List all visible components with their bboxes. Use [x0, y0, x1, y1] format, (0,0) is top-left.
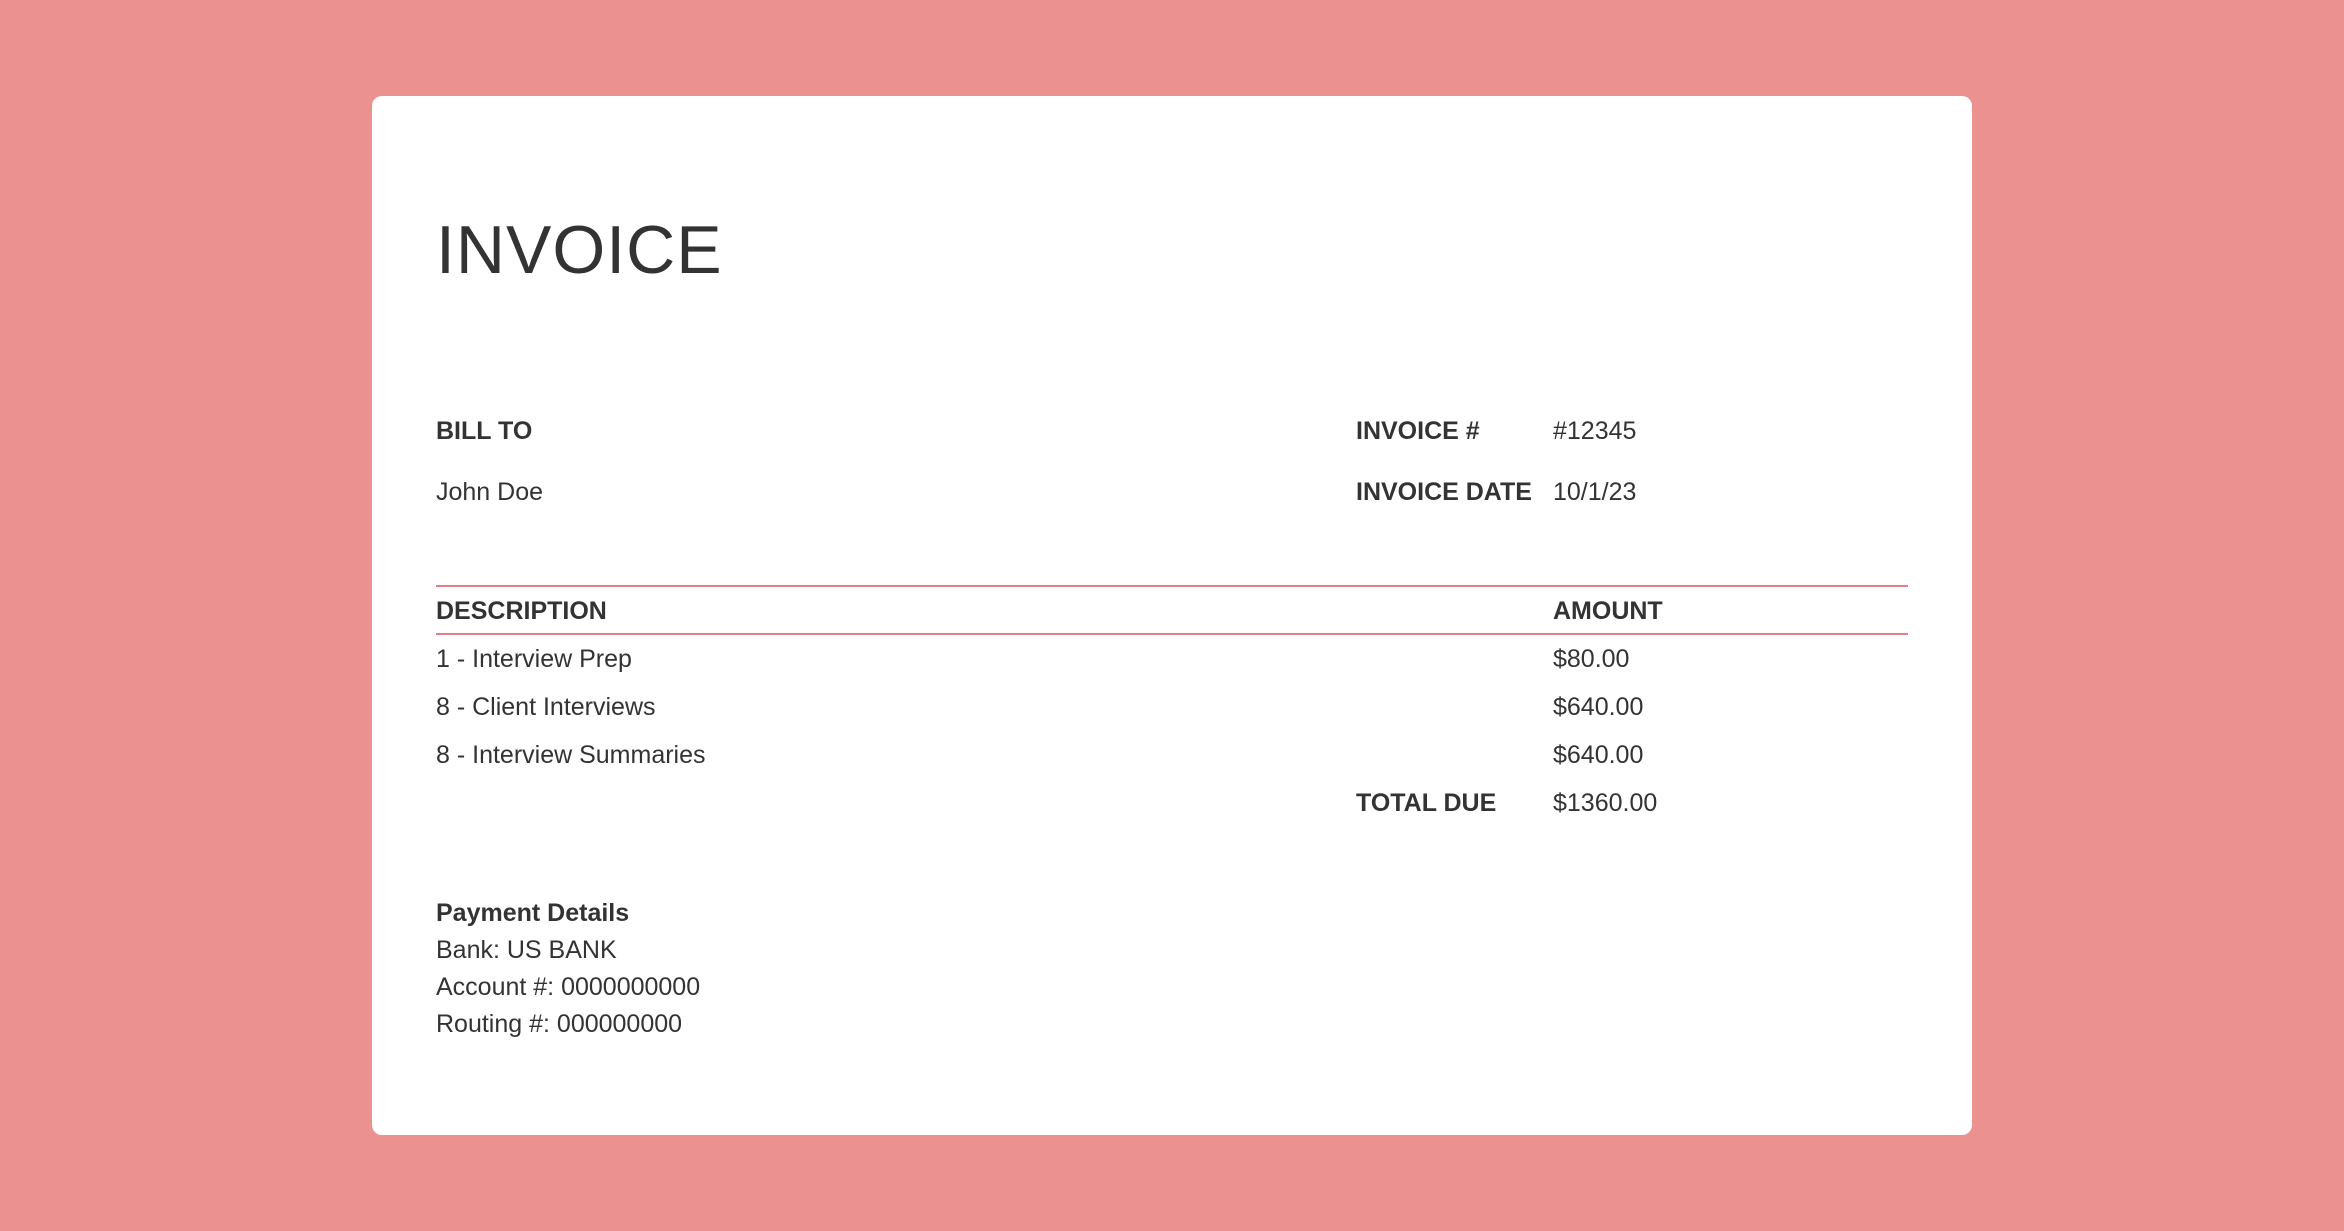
line-item-description: 1 - Interview Prep	[436, 645, 632, 673]
line-item-amount: $80.00	[1553, 645, 1630, 673]
invoice-date-value: 10/1/23	[1553, 478, 1637, 506]
payment-account: Account #: 0000000000	[436, 973, 701, 1001]
payment-routing: Routing #: 000000000	[436, 1010, 683, 1038]
table-header-rule	[436, 633, 1908, 635]
invoice-number-value: #12345	[1553, 417, 1637, 445]
invoice-number-label: INVOICE #	[1356, 417, 1480, 445]
description-header: DESCRIPTION	[436, 597, 607, 625]
line-item-description: 8 - Client Interviews	[436, 693, 656, 721]
line-item-amount: $640.00	[1553, 741, 1644, 769]
table-top-rule	[436, 585, 1908, 587]
invoice-title: INVOICE	[436, 212, 723, 288]
line-item-amount: $640.00	[1553, 693, 1644, 721]
bill-to-name: John Doe	[436, 478, 544, 506]
total-due-value: $1360.00	[1553, 789, 1658, 817]
invoice-date-label: INVOICE DATE	[1356, 478, 1532, 506]
amount-header: AMOUNT	[1553, 597, 1663, 625]
bill-to-label: BILL TO	[436, 417, 533, 445]
total-due-label: TOTAL DUE	[1356, 789, 1497, 817]
payment-bank: Bank: US BANK	[436, 936, 617, 964]
line-item-description: 8 - Interview Summaries	[436, 741, 706, 769]
payment-details-heading: Payment Details	[436, 899, 630, 927]
invoice-card: INVOICE BILL TO John Doe INVOICE # #1234…	[372, 96, 1972, 1135]
